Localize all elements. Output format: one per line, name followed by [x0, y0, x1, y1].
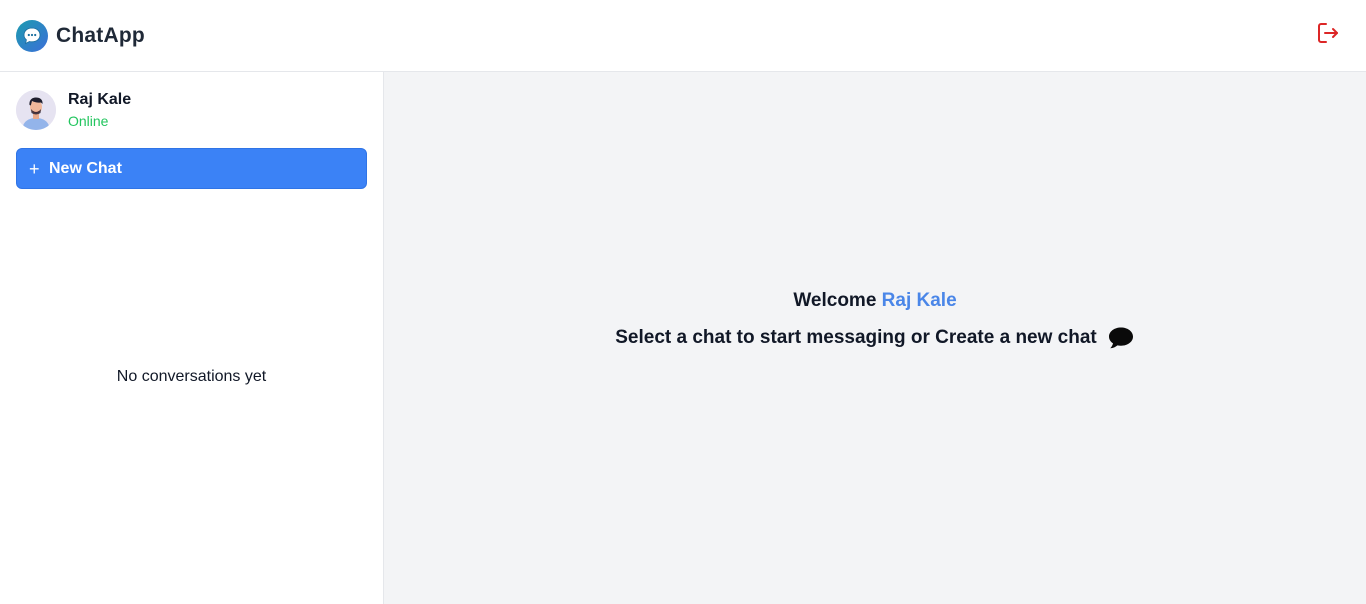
app-title: ChatApp	[56, 23, 145, 47]
logout-button[interactable]	[1314, 22, 1342, 50]
chat-bubble-logo-icon	[16, 19, 48, 52]
user-avatar	[16, 90, 56, 130]
chat-bubble-icon	[1107, 326, 1135, 350]
prompt-text: Select a chat to start messaging or Crea…	[615, 327, 1097, 348]
logout-icon	[1316, 21, 1340, 50]
empty-conversations-message: No conversations yet	[116, 367, 267, 385]
user-profile[interactable]: Raj Kale Online	[16, 88, 367, 132]
new-chat-button[interactable]: + New Chat	[16, 148, 367, 189]
welcome-prefix: Welcome	[793, 290, 877, 311]
welcome-block: Welcome Raj Kale Select a chat to start …	[615, 290, 1135, 350]
welcome-heading: Welcome Raj Kale	[793, 290, 956, 312]
user-name: Raj Kale	[68, 91, 132, 108]
chat-app: ChatApp Raj Kale Online + New Chat No co…	[0, 0, 1366, 604]
brand[interactable]: ChatApp	[16, 19, 145, 52]
welcome-prompt: Select a chat to start messaging or Crea…	[615, 326, 1135, 350]
user-status: Online	[68, 113, 109, 129]
app-header: ChatApp	[0, 0, 1366, 72]
content-area: Raj Kale Online + New Chat No conversati…	[0, 72, 1366, 604]
chat-main-panel: Welcome Raj Kale Select a chat to start …	[384, 72, 1366, 604]
sidebar: Raj Kale Online + New Chat No conversati…	[0, 72, 384, 604]
new-chat-label: New Chat	[49, 159, 122, 177]
welcome-user-name: Raj Kale	[881, 290, 957, 311]
conversation-list: No conversations yet	[16, 189, 367, 604]
plus-icon: +	[29, 158, 40, 179]
